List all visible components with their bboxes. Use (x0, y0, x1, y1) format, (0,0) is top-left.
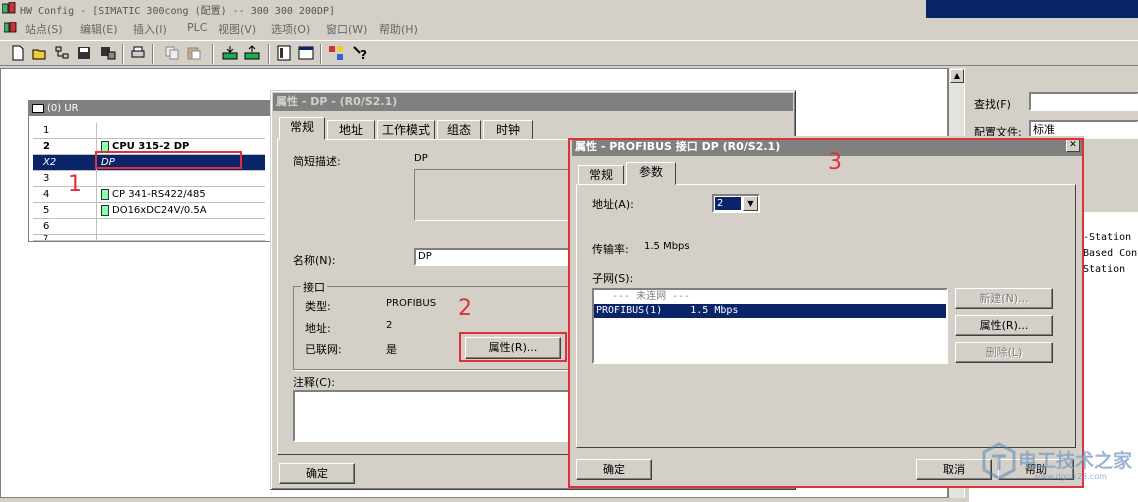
title-bar-active (926, 0, 1138, 18)
window-title: HW Config - [SIMATIC 300cong (配置) -- 300… (20, 6, 336, 17)
network-icon[interactable] (54, 45, 70, 61)
tab-parameters[interactable]: 参数 (626, 162, 676, 185)
tab-configuration[interactable]: 组态 (437, 120, 481, 140)
system-menu-icon[interactable] (4, 22, 18, 34)
svg-text:?: ? (360, 48, 367, 61)
toolbar-separator (268, 44, 270, 64)
copy-icon[interactable] (164, 45, 180, 61)
module-icon (101, 140, 109, 152)
catalog-item[interactable]: -Station (1083, 232, 1131, 243)
networked-value: 是 (386, 343, 397, 356)
interface-group-label: 接口 (301, 279, 327, 295)
menu-window[interactable]: 窗口(W) (326, 21, 367, 37)
catalog-item[interactable]: Station (1083, 264, 1125, 275)
menu-options[interactable]: 选项(O) (271, 21, 310, 37)
menu-plc[interactable]: PLC (187, 21, 207, 34)
title-bar: HW Config - [SIMATIC 300cong (配置) -- 300… (0, 0, 1138, 18)
watermark-logo-icon (982, 442, 1016, 480)
highlight-box-1 (95, 151, 242, 169)
annotation-1: 1 (68, 172, 82, 197)
toolbar-separator (320, 44, 322, 64)
watermark-text: 电工技术之家 (1018, 450, 1133, 472)
annotation-3: 3 (828, 150, 842, 175)
catalog-item[interactable]: Based Cont (1083, 248, 1138, 259)
watermark-url: www.dgjs123.com (1034, 472, 1107, 481)
scroll-up-icon[interactable]: ▲ (950, 69, 964, 83)
tab-general[interactable]: 常规 (279, 117, 325, 140)
toolbar-separator (122, 44, 124, 64)
menu-edit[interactable]: 编辑(E) (80, 21, 118, 37)
search-label: 查找(F) (974, 98, 1011, 111)
window-icon[interactable] (298, 45, 314, 61)
short-desc-label: 简短描述: (293, 155, 341, 168)
rack-row-do[interactable]: 5 DO16xDC24V/0.5A (33, 203, 265, 219)
networked-label: 已联网: (305, 343, 342, 356)
dialog-title: 属性 - DP - (R0/S2.1) (273, 93, 793, 111)
paste-icon[interactable] (186, 45, 202, 61)
rack-title-bar: (0) UR (29, 101, 271, 116)
highlight-box-2 (459, 332, 567, 362)
type-label: 类型: (305, 300, 331, 313)
name-input[interactable]: DP (414, 248, 574, 266)
module-icon (101, 204, 109, 216)
menu-view[interactable]: 视图(V) (218, 21, 256, 37)
highlight-box-3 (568, 138, 1084, 488)
tab-address[interactable]: 地址 (327, 120, 375, 140)
toolbar-separator (212, 44, 214, 64)
upload-icon[interactable] (244, 45, 260, 61)
rack-window[interactable]: (0) UR 1 2 CPU 315-2 DP X2 DP 3 4 CP 341… (28, 100, 272, 242)
name-label: 名称(N): (293, 254, 336, 267)
comment-label: 注释(C): (293, 376, 335, 389)
menu-insert[interactable]: 插入(I) (133, 21, 167, 37)
rack-icon (32, 104, 44, 113)
short-desc-value: DP (414, 153, 428, 164)
short-desc-box (414, 169, 574, 221)
search-input[interactable] (1029, 92, 1138, 111)
network-view-icon[interactable] (328, 45, 344, 61)
help-icon[interactable]: ? (352, 45, 368, 61)
save-compile-icon[interactable] (100, 45, 116, 61)
toolbar-separator (152, 44, 154, 64)
watermark: 电工技术之家 www.dgjs123.com (978, 440, 1138, 490)
app-icon (2, 2, 16, 14)
address-label: 地址: (305, 322, 331, 335)
download-icon[interactable] (222, 45, 238, 61)
new-icon[interactable] (10, 45, 26, 61)
rack-row[interactable]: 6 (33, 219, 265, 235)
address-value: 2 (386, 320, 393, 331)
print-icon[interactable] (130, 45, 146, 61)
rack-row[interactable]: 7 (33, 235, 265, 241)
toolbar: ? (0, 40, 1138, 66)
menu-station[interactable]: 站点(S) (25, 21, 63, 37)
annotation-2: 2 (458, 296, 472, 321)
type-value: PROFIBUS (386, 298, 437, 309)
comment-input[interactable] (293, 390, 573, 442)
open-icon[interactable] (32, 45, 48, 61)
hardware-catalog-icon[interactable] (276, 45, 292, 61)
menu-help[interactable]: 帮助(H) (379, 21, 418, 37)
module-icon (101, 188, 109, 200)
tab-clock[interactable]: 时钟 (483, 120, 533, 140)
menu-bar: 站点(S) 编辑(E) 插入(I) PLC 视图(V) 选项(O) 窗口(W) … (0, 18, 1138, 38)
save-icon[interactable] (76, 45, 92, 61)
rack-row[interactable]: 1 (33, 123, 265, 139)
ok-button[interactable]: 确定 (279, 463, 355, 484)
tab-operating-mode[interactable]: 工作模式 (377, 120, 435, 140)
